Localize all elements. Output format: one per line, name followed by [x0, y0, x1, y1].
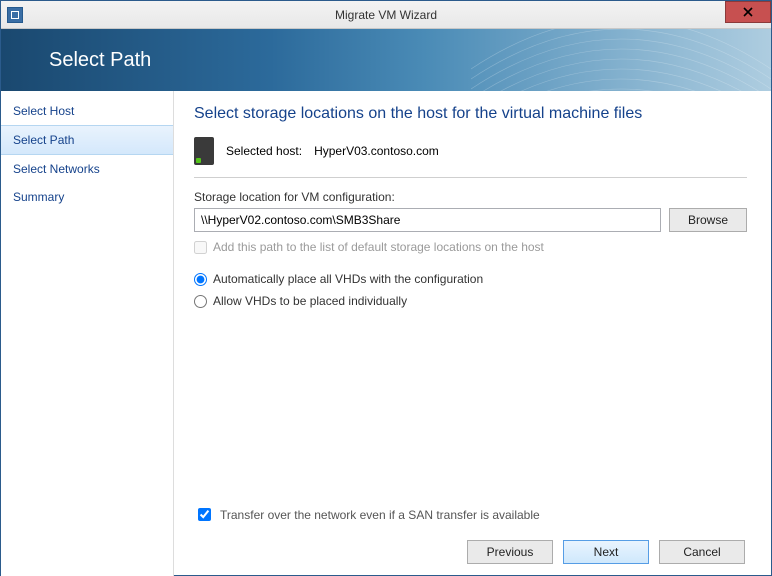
previous-button[interactable]: Previous	[467, 540, 553, 564]
browse-button[interactable]: Browse	[669, 208, 747, 232]
system-menu-icon[interactable]	[7, 7, 23, 23]
header-decoration	[471, 29, 771, 91]
cancel-button[interactable]: Cancel	[659, 540, 745, 564]
radio-individual-place-row[interactable]: Allow VHDs to be placed individually	[194, 294, 747, 308]
radio-individual-place-label: Allow VHDs to be placed individually	[213, 294, 407, 308]
next-button[interactable]: Next	[563, 540, 649, 564]
content-pane: Select storage locations on the host for…	[174, 91, 771, 576]
wizard-body: Select Host Select Path Select Networks …	[1, 91, 771, 576]
server-icon	[194, 137, 214, 165]
selected-host-row: Selected host: HyperV03.contoso.com	[194, 137, 747, 165]
sidebar-item-select-host[interactable]: Select Host	[1, 97, 173, 125]
wizard-steps-sidebar: Select Host Select Path Select Networks …	[1, 91, 174, 576]
sidebar-item-select-path[interactable]: Select Path	[1, 125, 173, 155]
selected-host-label: Selected host:	[226, 144, 302, 158]
window-title: Migrate VM Wizard	[1, 8, 771, 22]
page-heading: Select storage locations on the host for…	[194, 105, 747, 123]
storage-location-input[interactable]	[194, 208, 661, 232]
transfer-network-row[interactable]: Transfer over the network even if a SAN …	[194, 505, 747, 524]
wizard-header-title: Select Path	[49, 49, 151, 72]
titlebar: Migrate VM Wizard	[1, 1, 771, 29]
transfer-network-label: Transfer over the network even if a SAN …	[220, 508, 540, 522]
radio-individual-place[interactable]	[194, 295, 207, 308]
wizard-header: Select Path	[1, 29, 771, 91]
add-default-location-row: Add this path to the list of default sto…	[194, 240, 747, 254]
add-default-location-checkbox	[194, 241, 207, 254]
add-default-location-label: Add this path to the list of default sto…	[213, 240, 544, 254]
wizard-footer: Previous Next Cancel	[194, 540, 747, 566]
sidebar-item-select-networks[interactable]: Select Networks	[1, 155, 173, 183]
selected-host-value: HyperV03.contoso.com	[314, 144, 439, 158]
divider	[194, 177, 747, 178]
sidebar-item-summary[interactable]: Summary	[1, 183, 173, 211]
vhd-placement-group: Automatically place all VHDs with the co…	[194, 264, 747, 308]
close-icon	[743, 7, 753, 17]
wizard-window: Migrate VM Wizard Select Path Select Hos…	[0, 0, 772, 576]
transfer-network-checkbox[interactable]	[198, 508, 211, 521]
close-button[interactable]	[725, 1, 771, 23]
radio-auto-place-label: Automatically place all VHDs with the co…	[213, 272, 483, 286]
storage-location-label: Storage location for VM configuration:	[194, 190, 747, 204]
radio-auto-place[interactable]	[194, 273, 207, 286]
radio-auto-place-row[interactable]: Automatically place all VHDs with the co…	[194, 272, 747, 286]
